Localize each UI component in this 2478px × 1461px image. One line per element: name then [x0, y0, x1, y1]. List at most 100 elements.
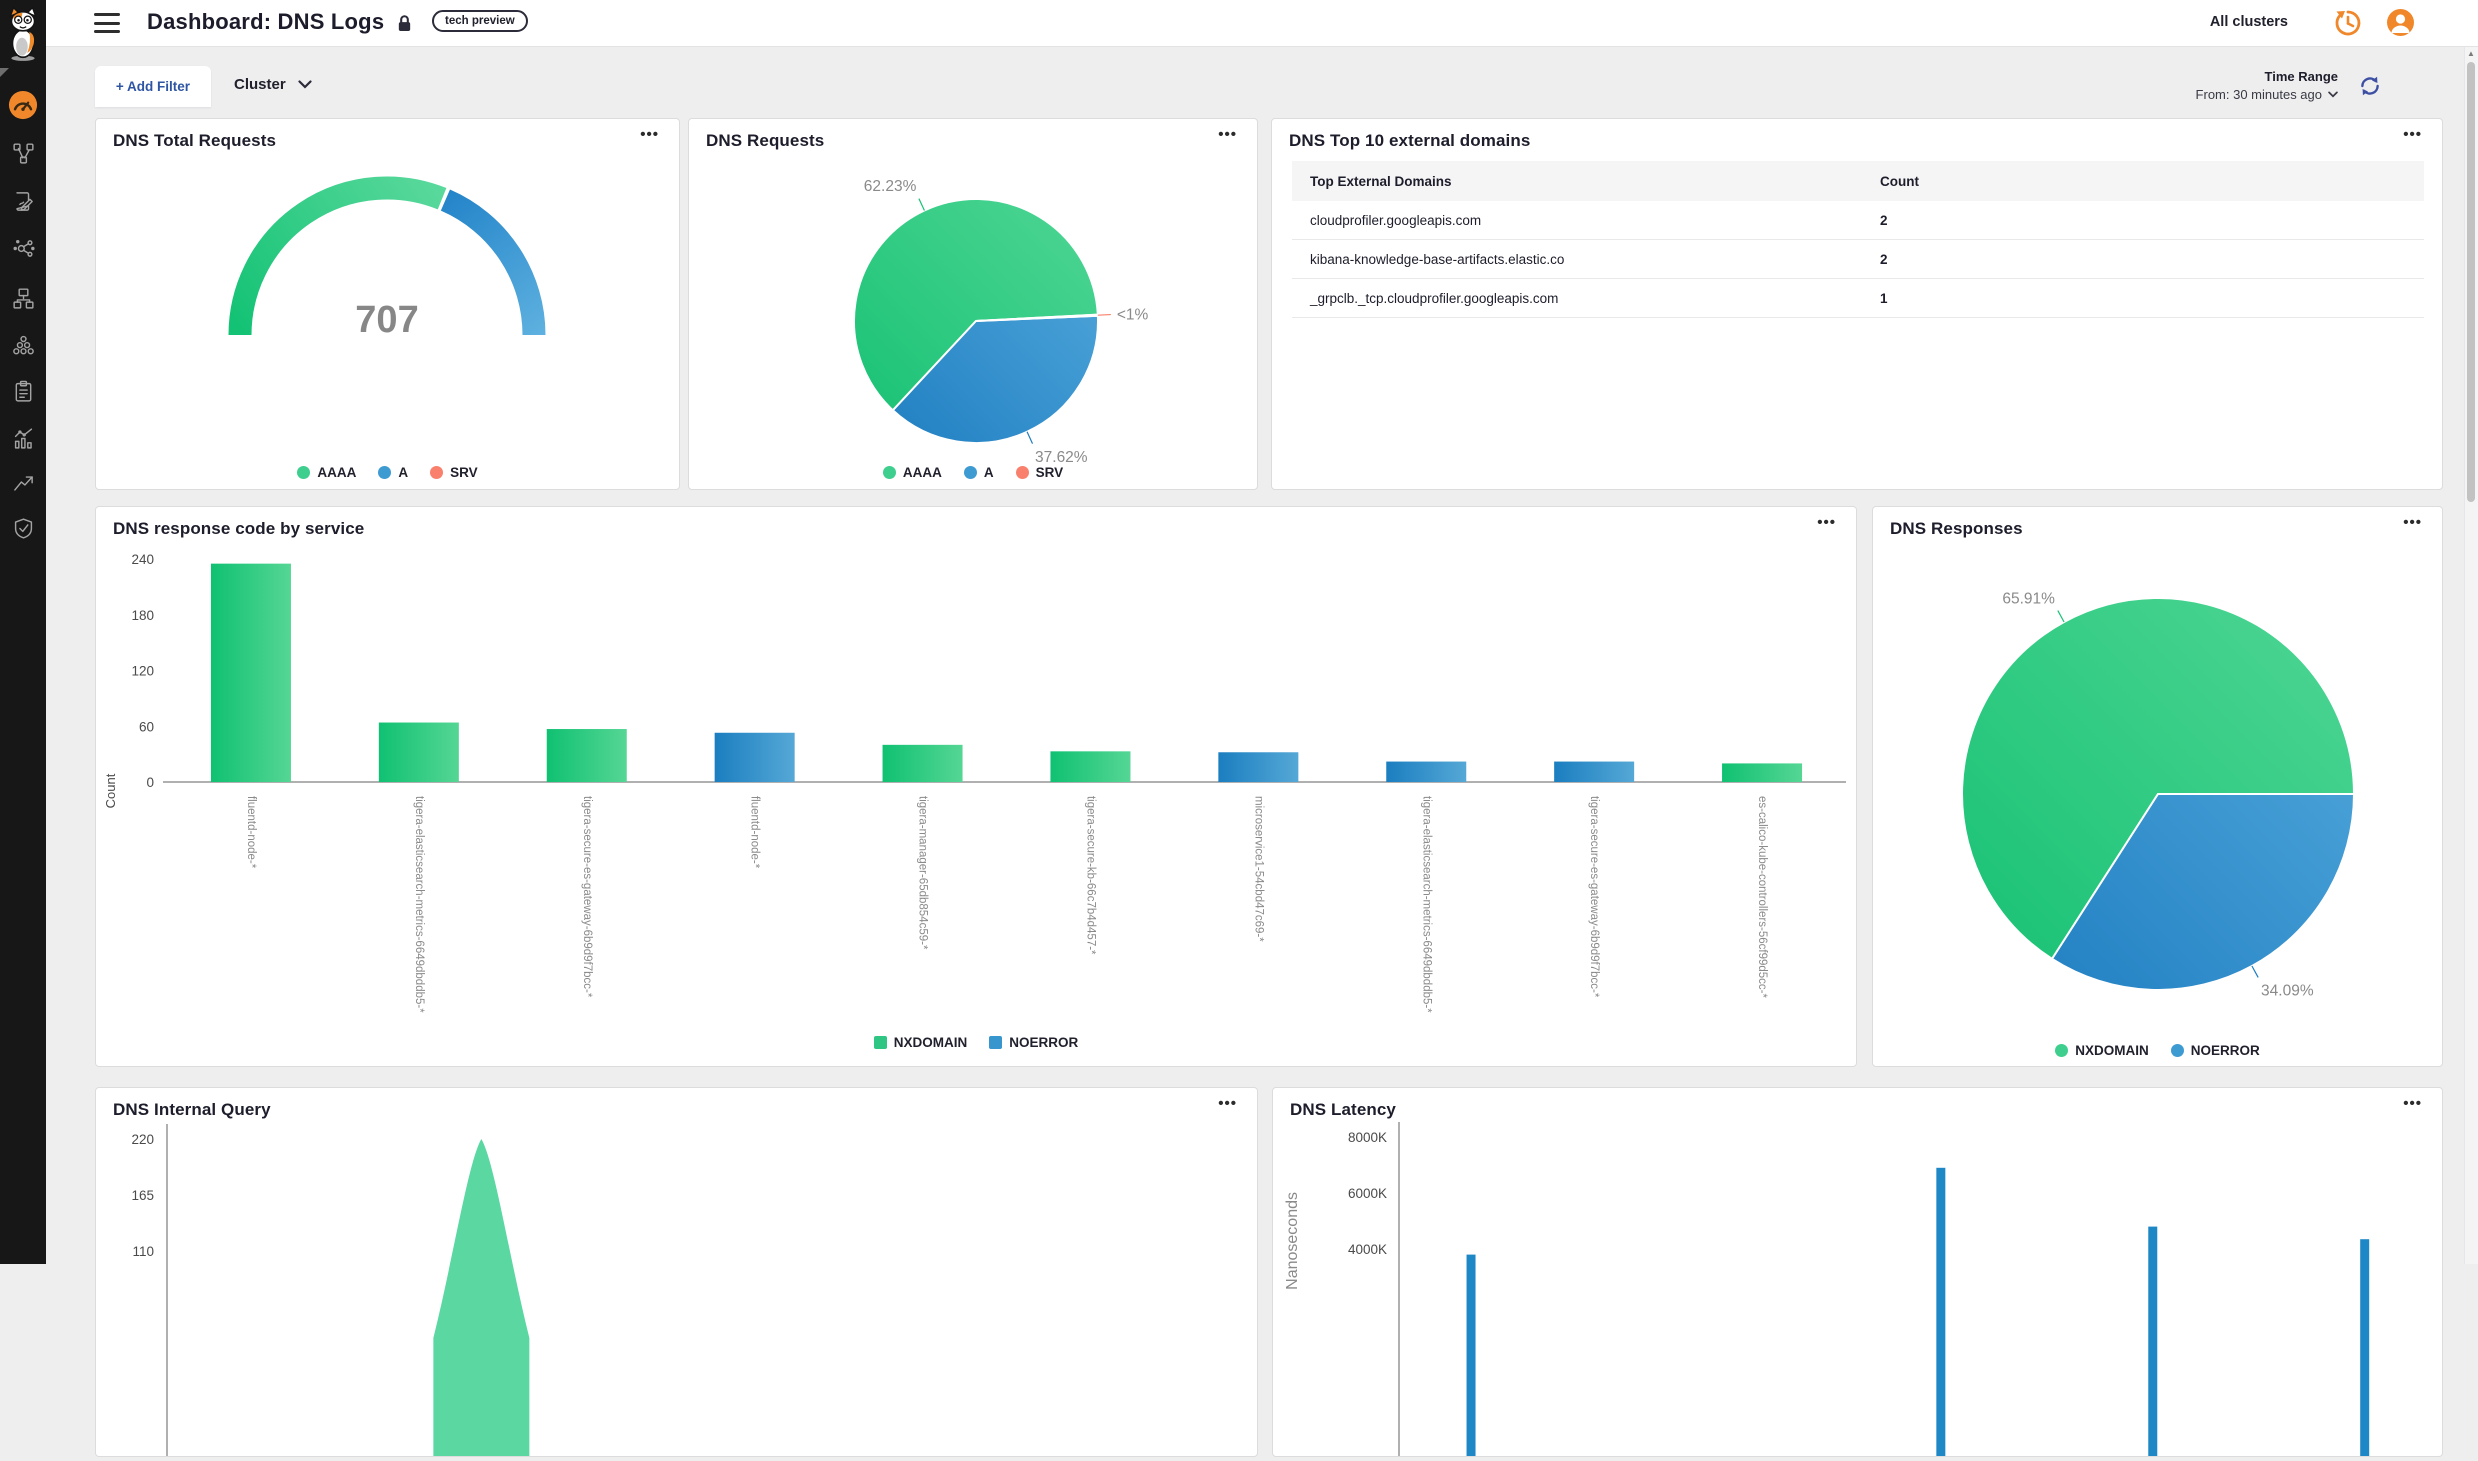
add-filter-button[interactable]: + Add Filter — [95, 66, 211, 107]
table-row: _grpclb._tcp.cloudprofiler.googleapis.co… — [1292, 279, 2424, 318]
svg-text:165: 165 — [131, 1188, 154, 1203]
legend-item[interactable]: NOERROR — [989, 1035, 1078, 1050]
panel-dns-responses: DNS Responses ••• 65.91%34.09% NXDOMAINN… — [1872, 506, 2443, 1067]
legend-label: A — [398, 465, 408, 480]
legend-swatch — [430, 466, 443, 479]
legend-item[interactable]: AAAA — [297, 465, 356, 480]
legend-label: AAAA — [903, 465, 942, 480]
scrollbar-up-arrow[interactable]: ▲ — [2467, 49, 2475, 58]
legend-label: AAAA — [317, 465, 356, 480]
panel-menu-button[interactable]: ••• — [2397, 125, 2428, 144]
pie-chart: 62.23%37.62%<1% — [689, 119, 1257, 494]
calico-cat-logo[interactable] — [4, 6, 42, 62]
table-row: kibana-knowledge-base-artifacts.elastic.… — [1292, 240, 2424, 279]
sidebar-item-network-topology[interactable] — [0, 133, 46, 173]
sidebar-item-sitemap[interactable] — [0, 278, 46, 318]
chart-legend: NXDOMAIN NOERROR — [1873, 1043, 2442, 1058]
sidebar-item-compliance-clipboard[interactable] — [0, 371, 46, 411]
domain-cell: cloudprofiler.googleapis.com — [1292, 213, 1862, 228]
panel-dns-internal-query: DNS Internal Query ••• 220165110 — [95, 1087, 1258, 1457]
svg-text:220: 220 — [131, 1132, 154, 1147]
svg-text:240: 240 — [131, 552, 154, 567]
vertical-scrollbar[interactable]: ▲ — [2464, 46, 2478, 1264]
area-chart: 220 165 110 — [96, 1088, 1257, 1461]
legend-item[interactable]: A — [964, 465, 994, 480]
legend-swatch — [874, 1036, 887, 1049]
legend-swatch — [2171, 1044, 2184, 1057]
chart-legend: NXDOMAIN NOERROR — [96, 1035, 1856, 1050]
svg-text:<1%: <1% — [1117, 306, 1149, 323]
svg-text:37.62%: 37.62% — [1035, 449, 1088, 466]
legend-swatch — [883, 466, 896, 479]
cluster-dropdown[interactable]: Cluster — [234, 76, 312, 93]
sidebar — [0, 0, 46, 1264]
sidebar-item-dashboard[interactable] — [0, 85, 46, 125]
svg-text:6000K: 6000K — [1348, 1186, 1387, 1201]
svg-text:microservice1-54cbd47c69-*: microservice1-54cbd47c69-* — [1252, 796, 1264, 942]
svg-text:fluentd-node-*: fluentd-node-* — [749, 796, 761, 869]
legend-label: SRV — [450, 465, 478, 480]
sidebar-item-trend-arrow[interactable] — [0, 463, 46, 503]
svg-text:180: 180 — [131, 608, 154, 623]
domain-cell: _grpclb._tcp.cloudprofiler.googleapis.co… — [1292, 291, 1862, 306]
column-header-count: Count — [1862, 174, 2424, 189]
time-range-selector[interactable]: Time Range From: 30 minutes ago — [2196, 69, 2338, 102]
legend-swatch — [989, 1036, 1002, 1049]
sidebar-item-service-graph[interactable] — [0, 228, 46, 268]
legend-item[interactable]: AAAA — [883, 465, 942, 480]
svg-text:tigera-elasticsearch-metrics-6: tigera-elasticsearch-metrics-6649dbddb5-… — [413, 796, 425, 1013]
legend-swatch — [2055, 1044, 2068, 1057]
all-clusters-label[interactable]: All clusters — [2210, 14, 2288, 30]
history-icon[interactable] — [2334, 9, 2362, 37]
legend-item[interactable]: NXDOMAIN — [2055, 1043, 2149, 1058]
panel-dns-requests: DNS Requests ••• 62.23%37.62%<1% AAAAASR… — [688, 118, 1258, 490]
svg-text:es-calico-kube-controllers-56c: es-calico-kube-controllers-56cf99d5cc-* — [1756, 796, 1768, 998]
latency-bar-chart: 4000K6000K8000KNanoseconds — [1273, 1088, 2442, 1461]
tech-preview-badge: tech preview — [432, 10, 528, 32]
legend-item[interactable]: NXDOMAIN — [874, 1035, 968, 1050]
column-header-domains: Top External Domains — [1292, 174, 1862, 189]
svg-text:60: 60 — [139, 719, 154, 734]
svg-text:8000K: 8000K — [1348, 1130, 1387, 1145]
legend-label: NXDOMAIN — [894, 1035, 968, 1050]
svg-text:tigera-elasticsearch-metrics-6: tigera-elasticsearch-metrics-6649dbddb5-… — [1420, 796, 1432, 1013]
chevron-down-icon — [2328, 91, 2338, 98]
sidebar-item-shield-security[interactable] — [0, 508, 46, 548]
legend-label: NOERROR — [1009, 1035, 1078, 1050]
legend-item[interactable]: SRV — [1016, 465, 1064, 480]
chevron-down-icon — [298, 80, 312, 89]
chart-legend: AAAAASRV — [96, 465, 679, 480]
gauge-chart: 707 — [96, 119, 679, 494]
scrollbar-thumb[interactable] — [2467, 62, 2475, 502]
legend-swatch — [964, 466, 977, 479]
svg-text:fluentd-node-*: fluentd-node-* — [245, 796, 257, 869]
svg-text:110: 110 — [132, 1244, 154, 1259]
top-domains-table: Top External Domains Count cloudprofiler… — [1292, 161, 2424, 318]
user-avatar[interactable] — [2387, 9, 2414, 36]
legend-label: NXDOMAIN — [2075, 1043, 2149, 1058]
pie-chart: 65.91%34.09% — [1873, 507, 2442, 1071]
legend-item[interactable]: NOERROR — [2171, 1043, 2260, 1058]
svg-text:65.91%: 65.91% — [2002, 590, 2055, 607]
bar-chart: 060120180240Countfluentd-node-*tigera-el… — [96, 507, 1856, 1071]
table-row: cloudprofiler.googleapis.com2 — [1292, 201, 2424, 240]
svg-text:tigera-manager-65db854c59-*: tigera-manager-65db854c59-* — [917, 796, 929, 950]
count-cell: 2 — [1862, 213, 2424, 228]
table-header-row: Top External Domains Count — [1292, 161, 2424, 201]
sidebar-item-logs-edit[interactable] — [0, 181, 46, 221]
refresh-icon[interactable] — [2358, 74, 2382, 98]
hamburger-menu-icon[interactable] — [94, 13, 120, 33]
time-range-label: Time Range — [2196, 69, 2338, 84]
legend-item[interactable]: A — [378, 465, 408, 480]
svg-text:0: 0 — [146, 775, 154, 790]
legend-label: NOERROR — [2191, 1043, 2260, 1058]
page-title: Dashboard: DNS Logs — [147, 9, 384, 35]
legend-item[interactable]: SRV — [430, 465, 478, 480]
sidebar-item-cluster-nodes[interactable] — [0, 325, 46, 365]
lock-icon — [396, 14, 413, 38]
count-cell: 1 — [1862, 291, 2424, 306]
sidebar-item-analytics-chart[interactable] — [0, 418, 46, 458]
svg-text:tigera-secure-es-gateway-6b9d9: tigera-secure-es-gateway-6b9d9f7bcc-* — [581, 796, 593, 998]
top-header: Dashboard: DNS Logs tech preview All clu… — [46, 0, 2478, 47]
legend-swatch — [378, 466, 391, 479]
